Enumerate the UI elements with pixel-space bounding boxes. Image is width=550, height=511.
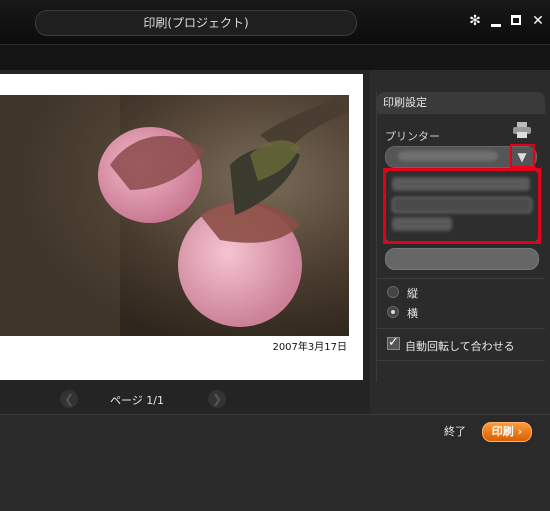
orientation-landscape-label: 横 [407,307,418,320]
print-settings-panel: 印刷設定 プリンター ▼ 縦 横 自動回転して合わせる [376,92,545,382]
divider [377,360,545,361]
orientation-landscape-radio[interactable] [387,306,399,318]
printer-icon[interactable] [513,122,531,138]
paper-preview: 2007年3月17日 [0,74,363,380]
divider [377,278,545,279]
highlight-box-arrow [510,144,535,168]
print-button-label: 印刷 [491,425,514,438]
toolbar [0,44,550,70]
highlight-box-dropdown [383,168,541,244]
next-page-button[interactable]: ❯ [208,390,226,408]
orientation-portrait-radio[interactable] [387,286,399,298]
printer-label: プリンター [385,130,440,143]
divider [377,328,545,329]
footer: 終了 印刷 › [0,414,550,511]
paper-select[interactable] [385,248,539,270]
chevron-right-icon: › [517,425,523,438]
prev-page-button[interactable]: ❮ [60,390,78,408]
print-button[interactable]: 印刷 › [482,422,532,442]
window-title: 印刷(プロジェクト) [35,10,357,36]
auto-rotate-checkbox[interactable] [387,335,400,350]
title-bar: 印刷(プロジェクト) ✻ ✕ [0,0,550,44]
maximize-icon[interactable] [508,12,526,30]
panel-title: 印刷設定 [377,92,545,114]
page-bar: ❮ ページ 1/1 ❯ [0,384,370,414]
printer-select-value [398,151,498,161]
preview-photo [0,95,349,336]
photo-date: 2007年3月17日 [272,342,347,353]
page-indicator: ページ 1/1 [110,394,164,407]
minimize-icon[interactable] [487,12,505,30]
auto-rotate-label: 自動回転して合わせる [405,340,515,353]
gear-icon[interactable]: ✻ [466,12,484,30]
orientation-portrait-label: 縦 [407,287,418,300]
close-icon[interactable]: ✕ [529,12,547,30]
preview-area: 2007年3月17日 [0,70,370,390]
end-button[interactable]: 終了 [444,423,466,439]
